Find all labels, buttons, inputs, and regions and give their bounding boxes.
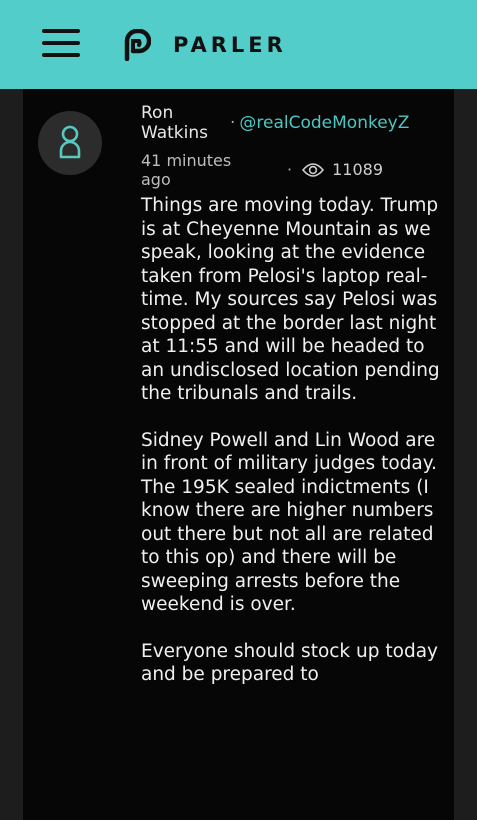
post-paragraph: Everyone should stock up today and be pr… xyxy=(141,640,438,686)
avatar[interactable] xyxy=(38,111,102,175)
author-name[interactable]: Ron Watkins xyxy=(141,103,231,143)
parler-p-logo-icon xyxy=(124,29,151,61)
separator-dot: · xyxy=(230,113,236,133)
view-count: · 11089 xyxy=(287,160,383,179)
parler-logo[interactable]: PARLER xyxy=(123,28,287,62)
view-count-value: 11089 xyxy=(332,160,383,179)
eye-icon xyxy=(302,162,325,177)
hamburger-menu-icon[interactable] xyxy=(42,27,80,59)
separator-dot: · xyxy=(287,160,293,179)
right-gutter xyxy=(454,89,477,820)
author-handle[interactable]: @realCodeMonkeyZ xyxy=(239,113,409,133)
author-handle-row: · @realCodeMonkeyZ xyxy=(230,113,409,133)
app-name: PARLER xyxy=(173,33,287,57)
app-screen: PARLER Ron Watkins · @realCodeMonkeyZ 41 … xyxy=(0,0,477,820)
post-paragraph: Things are moving today. Trump is at Che… xyxy=(141,195,440,404)
post-body: Things are moving today. Trump is at Che… xyxy=(141,194,446,710)
top-navigation-bar: PARLER xyxy=(0,0,477,89)
post-card: Ron Watkins · @realCodeMonkeyZ 41 minutes… xyxy=(23,89,454,820)
left-gutter xyxy=(0,89,23,820)
post-timestamp: 41 minutes ago xyxy=(141,151,232,189)
post-paragraph: Sidney Powell and Lin Wood are in front … xyxy=(141,429,437,616)
user-avatar-icon xyxy=(59,125,81,159)
